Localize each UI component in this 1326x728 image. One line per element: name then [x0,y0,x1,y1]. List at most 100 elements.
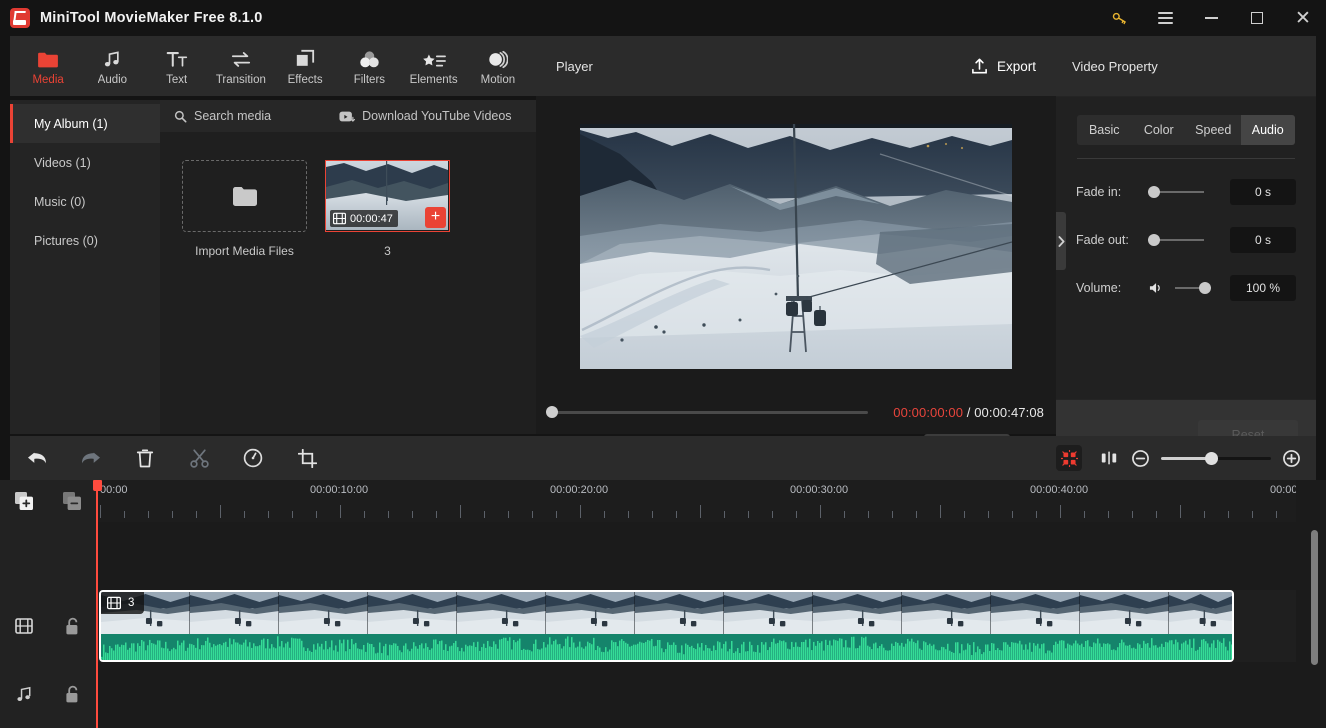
activate-key-button[interactable] [1096,0,1142,36]
audio-track-lane[interactable] [96,666,1296,722]
tab-media[interactable]: Media [16,37,80,95]
video-preview[interactable] [580,124,1012,369]
zoom-in-button[interactable] [1283,450,1300,467]
timeline-clip[interactable]: 3 [99,590,1234,662]
search-media-button[interactable]: Search media [174,109,271,123]
tab-audio[interactable]: Audio [1241,115,1296,145]
add-to-timeline-button[interactable]: + [425,207,446,228]
ruler-minor-tick [172,511,173,518]
tab-effects[interactable]: Effects [273,37,337,95]
maximize-button[interactable] [1234,0,1280,36]
speed-button[interactable] [226,436,280,480]
zoom-fit-red-icon [1061,450,1078,467]
fade-in-value[interactable]: 0 s [1230,179,1296,205]
main-nav-tabs: Media Audio Text Transition Effects [10,36,536,96]
download-youtube-button[interactable]: Download YouTube Videos [339,109,511,123]
tab-audio[interactable]: Audio [80,37,144,95]
timeline: 00:0000:00:10:0000:00:20:0000:00:30:0000… [0,480,1326,728]
ruler-minor-tick [316,511,317,518]
add-track-button[interactable] [0,480,48,522]
tab-basic[interactable]: Basic [1077,115,1132,145]
ruler-minor-tick [148,511,149,518]
ruler-minor-tick [1108,511,1109,518]
tab-media-label: Media [32,74,63,86]
export-button[interactable]: Export [971,58,1036,75]
tab-transition[interactable]: Transition [209,37,273,95]
close-button[interactable]: ✕ [1280,0,1326,36]
property-panel-collapse-handle[interactable] [1056,212,1066,270]
zoom-to-fit-button[interactable] [1056,445,1082,471]
track-header-tools [0,480,96,522]
volume-slider[interactable] [1175,282,1211,294]
crop-icon [298,449,317,468]
ruler-label: 00:00:50: [1270,484,1296,496]
timeline-zoom-slider[interactable] [1161,457,1271,460]
ruler-minor-tick [412,511,413,518]
timeline-ruler[interactable]: 00:0000:00:10:0000:00:20:0000:00:30:0000… [96,480,1296,522]
unlock-icon [64,617,80,636]
download-youtube-label: Download YouTube Videos [362,109,511,123]
chevron-right-icon [1058,236,1065,247]
menu-button[interactable] [1142,0,1188,36]
zoom-out-button[interactable] [1132,450,1149,467]
split-button[interactable] [172,436,226,480]
sidebar-item-music[interactable]: Music (0) [10,182,160,221]
seek-slider[interactable] [552,411,868,414]
fade-in-label: Fade in: [1076,185,1148,199]
playhead[interactable] [96,480,98,728]
transition-arrows-icon [230,47,252,69]
redo-button[interactable] [64,436,118,480]
align-center-icon [1100,450,1118,466]
fade-in-row: Fade in: 0 s [1076,177,1316,207]
audio-track-lock-button[interactable] [48,666,96,722]
video-track-lane[interactable]: 3 [96,590,1296,662]
sidebar-item-pictures[interactable]: Pictures (0) [10,221,160,260]
ruler-minor-tick [1156,511,1157,518]
seek-handle[interactable] [546,406,558,418]
center-timeline-button[interactable] [1096,445,1122,471]
ruler-minor-tick [508,511,509,518]
undo-button[interactable] [10,436,64,480]
tab-text[interactable]: Text [145,37,209,95]
fade-out-value[interactable]: 0 s [1230,227,1296,253]
video-track-lock-button[interactable] [48,590,96,662]
fade-in-handle[interactable] [1148,186,1160,198]
star-list-icon [422,47,446,69]
ruler-minor-tick [1204,511,1205,518]
speaker-icon[interactable] [1148,281,1165,295]
ruler-major-tick [940,505,941,518]
fade-out-slider[interactable] [1148,234,1204,246]
timeline-vertical-scrollbar[interactable] [1311,530,1318,665]
zoom-slider-handle[interactable] [1205,452,1218,465]
speedometer-icon [243,448,263,468]
ruler-minor-tick [628,511,629,518]
media-thumbnail[interactable]: 00:00:47 + [325,160,450,232]
volume-handle[interactable] [1199,282,1211,294]
tab-elements[interactable]: Elements [402,37,466,95]
remove-track-button[interactable] [48,480,96,522]
ruler-major-tick [340,505,341,518]
fade-out-handle[interactable] [1148,234,1160,246]
time-separator: / [967,405,971,420]
fade-in-slider[interactable] [1148,186,1204,198]
import-media-cell[interactable]: Import Media Files [182,160,307,258]
tab-speed[interactable]: Speed [1186,115,1241,145]
clip-filmstrip [101,592,1232,660]
media-browser: Search media Download YouTube Videos Imp… [160,100,536,434]
tab-filters[interactable]: Filters [337,37,401,95]
minimize-button[interactable] [1188,0,1234,36]
delete-button[interactable] [118,436,172,480]
plus-circle-icon [1283,450,1300,467]
crop-button[interactable] [280,436,334,480]
sidebar-item-videos[interactable]: Videos (1) [10,143,160,182]
volume-value[interactable]: 100 % [1230,275,1296,301]
layers-icon [295,47,315,69]
magnifier-icon [174,110,187,123]
import-dropzone[interactable] [182,160,307,232]
tab-motion[interactable]: Motion [466,37,530,95]
timeline-toolbar [10,436,1316,480]
hamburger-icon [1158,9,1173,27]
sidebar-item-my-album[interactable]: My Album (1) [10,104,160,143]
tab-color[interactable]: Color [1132,115,1187,145]
media-item[interactable]: 00:00:47 + 3 [325,160,450,258]
